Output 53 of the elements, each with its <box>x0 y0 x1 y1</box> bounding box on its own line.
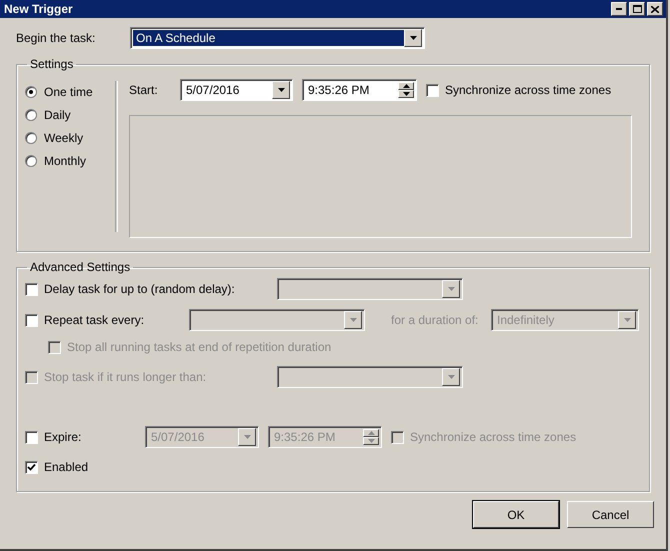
field-label: Start: <box>129 83 159 97</box>
dropdown[interactable] <box>277 278 463 300</box>
down-arrow-icon <box>402 92 410 96</box>
dialog-button[interactable]: Cancel <box>567 501 654 528</box>
checkbox-label: Stop task if it runs longer than: <box>44 370 208 384</box>
checkbox[interactable] <box>426 84 439 96</box>
checkbox-label: Repeat task every: <box>44 313 146 327</box>
checkbox-label: Enabled <box>44 460 88 474</box>
down-arrow-icon <box>244 435 250 439</box>
dropdown[interactable]: On A Schedule <box>130 27 425 49</box>
checkbox-label: Synchronize across time zones <box>410 430 576 444</box>
close-icon <box>651 6 659 12</box>
dropdown[interactable]: 5/07/2016 <box>180 79 293 101</box>
up-arrow-icon <box>368 431 374 435</box>
dropdown[interactable] <box>277 366 463 388</box>
radio-button[interactable] <box>25 132 37 144</box>
radio-button[interactable] <box>25 109 37 121</box>
down-arrow-icon <box>410 36 416 40</box>
checkbox[interactable] <box>25 430 38 444</box>
dialog-button[interactable]: OK <box>473 501 559 528</box>
down-arrow-icon <box>350 318 356 322</box>
field-label: Begin the task: <box>16 31 96 45</box>
down-arrow-icon <box>624 318 630 322</box>
close-button[interactable] <box>647 2 663 16</box>
maximize-icon <box>632 5 642 13</box>
window-title: New Trigger <box>4 2 73 16</box>
option-label: Weekly <box>44 131 84 145</box>
option-label: One time <box>44 85 93 99</box>
time-field[interactable]: 9:35:26 PM <box>302 79 417 101</box>
down-arrow-icon <box>448 287 454 291</box>
field-label: for a duration of: <box>391 313 480 327</box>
up-arrow-icon <box>402 84 410 88</box>
minimize-button[interactable] <box>611 2 627 16</box>
option-label: Daily <box>44 108 71 122</box>
down-arrow-icon <box>278 88 284 92</box>
checkbox-label: Delay task for up to (random delay): <box>44 282 236 296</box>
group-title: Settings <box>29 57 74 71</box>
radio-button[interactable] <box>25 155 37 167</box>
checkbox-label: Expire: <box>44 430 82 444</box>
option-label: Monthly <box>44 154 86 168</box>
checkbox[interactable] <box>25 314 38 326</box>
down-arrow-icon <box>368 439 374 443</box>
minimize-icon <box>616 8 622 10</box>
radio-button[interactable] <box>25 86 37 98</box>
group-title: Advanced Settings <box>29 260 132 274</box>
checkbox-label: Stop all running tasks at end of repetition duration <box>67 340 332 354</box>
checkbox[interactable] <box>25 282 38 296</box>
maximize-button[interactable] <box>629 2 645 16</box>
checkbox[interactable] <box>391 430 404 444</box>
dropdown[interactable] <box>189 309 365 331</box>
down-arrow-icon <box>448 375 454 379</box>
checkbox-label: Synchronize across time zones <box>445 83 612 97</box>
checkbox[interactable] <box>25 460 38 474</box>
